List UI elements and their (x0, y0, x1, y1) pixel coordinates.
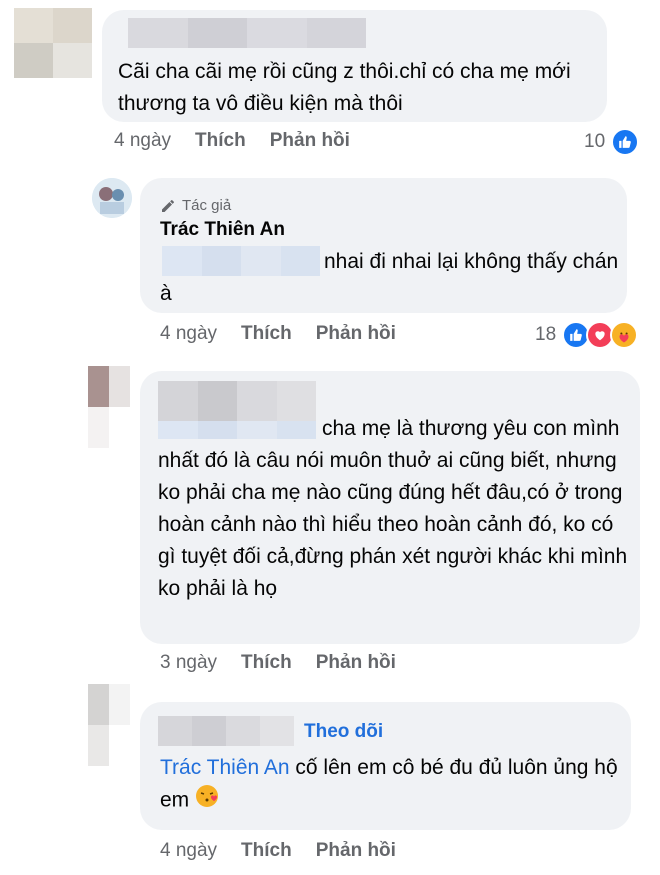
like-link[interactable]: Thích (241, 840, 292, 862)
like-icon (611, 128, 640, 156)
comment-bubble: Tác giả Trác Thiên An nhai đi nhai lại k… (140, 178, 627, 313)
comment-bubble: cha mẹ là thương yêu con mình nhất đó là… (140, 371, 640, 644)
redacted-name (128, 18, 366, 48)
comment-time[interactable]: 4 ngày (160, 840, 217, 862)
author-name[interactable]: Trác Thiên An (160, 214, 285, 246)
comment-actions: 3 ngày Thích Phản hồi (160, 652, 396, 674)
kiss-emoji-icon (195, 784, 219, 818)
like-link[interactable]: Thích (241, 652, 292, 674)
reply-link[interactable]: Phản hồi (316, 840, 396, 862)
reaction-summary[interactable]: 18 (535, 321, 639, 349)
author-avatar[interactable] (92, 178, 132, 218)
comment-bubble: Cãi cha cãi mẹ rồi cũng z thôi.chỉ có ch… (102, 10, 607, 122)
comment-text: Cãi cha cãi mẹ rồi cũng z thôi.chỉ có ch… (118, 60, 571, 115)
reaction-count: 18 (535, 324, 557, 345)
comment-time[interactable]: 3 ngày (160, 652, 217, 674)
mention-link[interactable]: Trác Thiên An (160, 756, 290, 779)
redacted-name (158, 716, 294, 746)
pencil-icon (162, 200, 174, 212)
avatar[interactable] (88, 366, 130, 448)
reaction-count: 10 (584, 131, 606, 152)
comment-time[interactable]: 4 ngày (160, 323, 217, 345)
comment-time[interactable]: 4 ngày (114, 130, 171, 152)
comment-actions: 4 ngày Thích Phản hồi (160, 840, 396, 862)
comment-actions: 4 ngày Thích Phản hồi (160, 323, 396, 345)
comment-text: nhai đi nhai lại không thấy chán à (160, 250, 619, 305)
reply-link[interactable]: Phản hồi (316, 323, 396, 345)
follow-link[interactable]: Theo dõi (304, 716, 383, 748)
comment-actions: 4 ngày Thích Phản hồi (114, 130, 350, 152)
comment-bubble: Theo dõi Trác Thiên An cố lên em cô bé đ… (140, 702, 631, 830)
comment-text: cha mẹ là thương yêu con mình nhất đó là… (158, 417, 628, 600)
like-link[interactable]: Thích (241, 323, 292, 345)
comment-body: Trác Thiên An cố lên em cô bé đu đủ luôn… (160, 752, 620, 818)
reaction-summary[interactable]: 10 (584, 128, 640, 156)
avatar[interactable] (14, 8, 92, 78)
reply-link[interactable]: Phản hồi (270, 130, 350, 152)
care-icon (610, 321, 639, 349)
like-link[interactable]: Thích (195, 130, 246, 152)
reply-link[interactable]: Phản hồi (316, 652, 396, 674)
avatar[interactable] (88, 684, 130, 766)
